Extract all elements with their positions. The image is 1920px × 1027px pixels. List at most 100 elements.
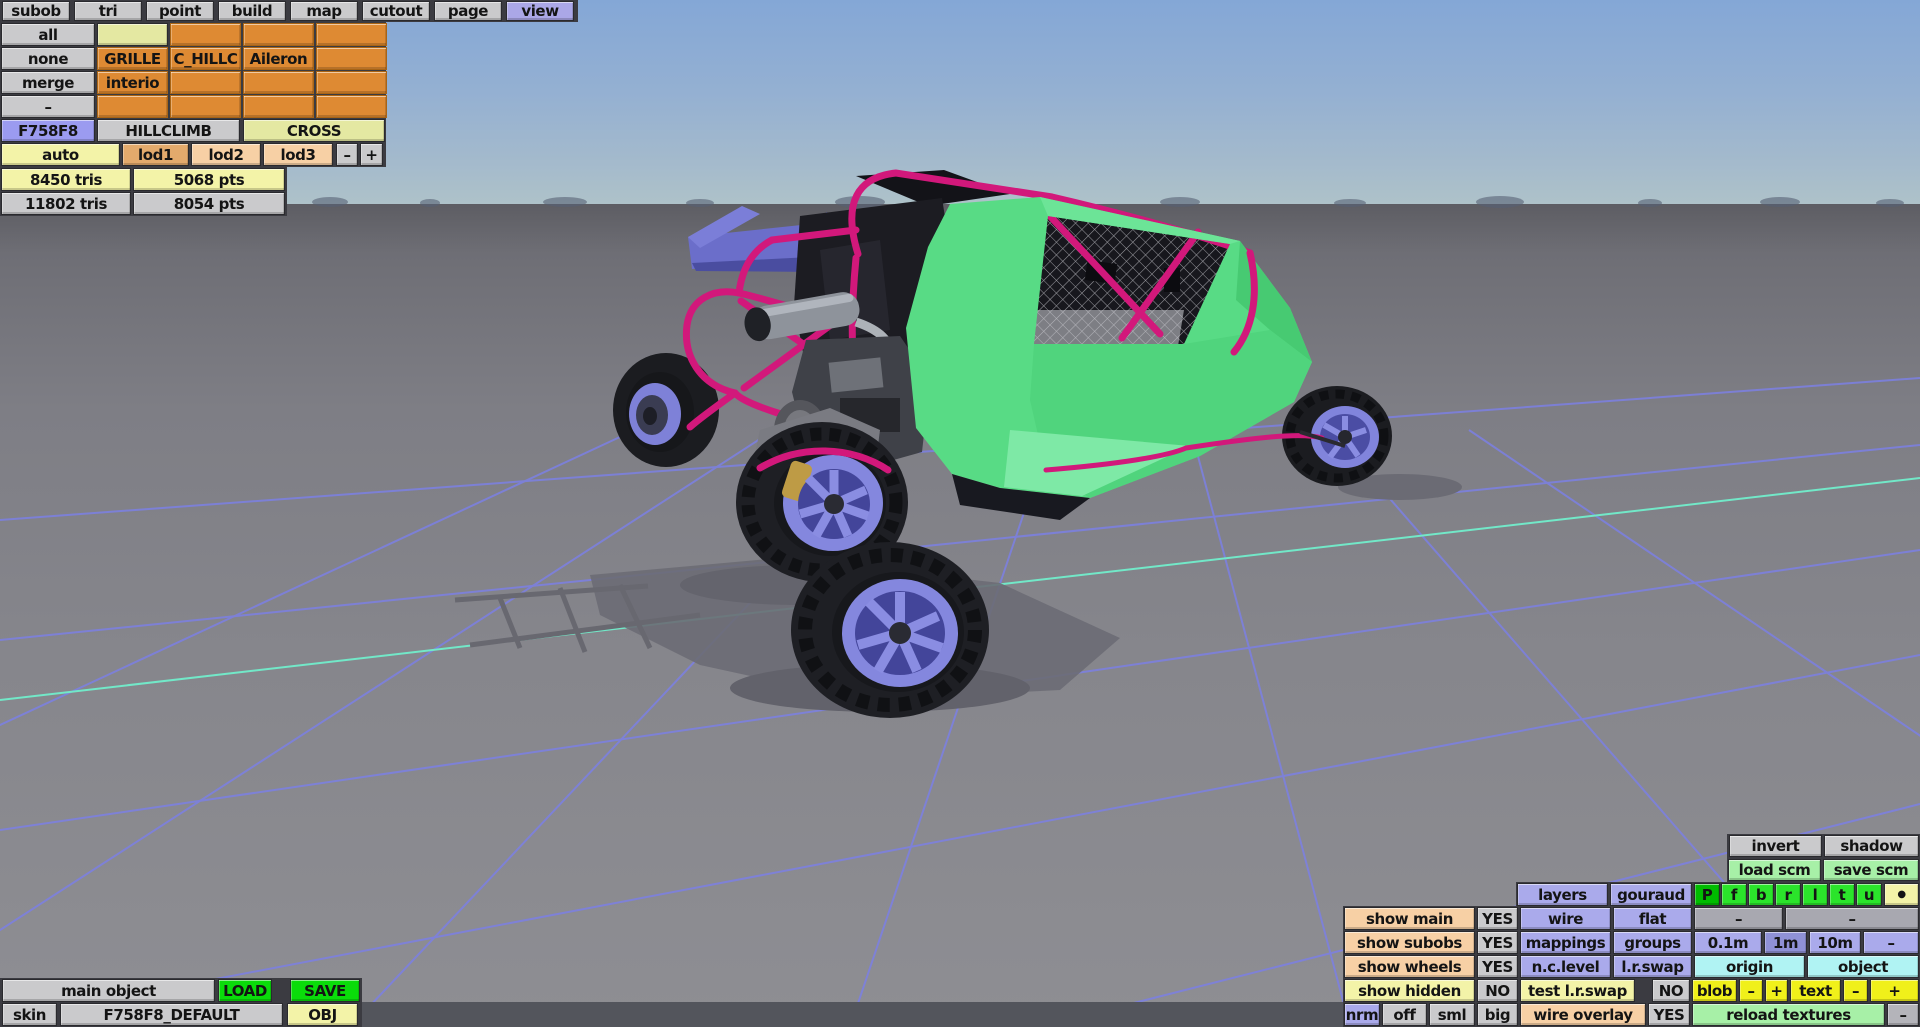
subob-slot-c-hillc[interactable]: C_HILLC	[170, 47, 241, 70]
channel-u-button[interactable]: u	[1856, 883, 1882, 906]
horizon-silhouette	[312, 196, 1904, 208]
nrm-button[interactable]: nrm	[1344, 1003, 1380, 1026]
subob-slot-aileron[interactable]: Aileron	[243, 47, 314, 70]
obj-button[interactable]: OBJ	[287, 1003, 358, 1026]
flat-button[interactable]: flat	[1613, 907, 1692, 930]
menu-subob[interactable]: subob	[2, 1, 70, 21]
menu-map[interactable]: map	[290, 1, 358, 21]
lod3-button[interactable]: lod3	[263, 143, 333, 166]
subob-slot-1-3[interactable]	[316, 47, 387, 70]
blob-plus-button[interactable]: +	[1765, 979, 1788, 1002]
text-minus-button[interactable]: –	[1843, 979, 1868, 1002]
menu-cutout[interactable]: cutout	[362, 1, 430, 21]
lod-plus-button[interactable]: +	[360, 143, 383, 166]
main-object-button[interactable]: main object	[2, 979, 215, 1002]
subob-slot-0-3[interactable]	[316, 23, 387, 46]
subob-slot-2-3[interactable]	[316, 71, 387, 94]
wire-overlay-state[interactable]: YES	[1648, 1003, 1690, 1026]
lod-pts-stat: 5068 pts	[133, 168, 285, 191]
editor-window: subob tri point build map cutout page vi…	[0, 0, 1920, 1027]
menu-tri[interactable]: tri	[74, 1, 142, 21]
model-name-button[interactable]: HILLCLIMB	[97, 119, 240, 142]
big-button[interactable]: big	[1477, 1003, 1518, 1026]
channel-f-button[interactable]: f	[1721, 883, 1747, 906]
channel-dot-button[interactable]: ●	[1884, 883, 1919, 906]
show-subobs-state[interactable]: YES	[1477, 931, 1518, 954]
wire-button[interactable]: wire	[1520, 907, 1611, 930]
blob-button[interactable]: blob	[1692, 979, 1737, 1002]
subob-slot-grille[interactable]: GRILLE	[97, 47, 168, 70]
minus-button[interactable]: –	[1, 95, 95, 118]
total-tris-stat: 11802 tris	[1, 192, 131, 215]
dash2-button[interactable]: –	[1785, 907, 1919, 930]
channel-t-button[interactable]: t	[1829, 883, 1855, 906]
origin-button[interactable]: origin	[1694, 955, 1805, 978]
lod2-button[interactable]: lod2	[191, 143, 261, 166]
subob-slot-2-1[interactable]	[170, 71, 241, 94]
grid-01m-button[interactable]: 0.1m	[1694, 931, 1762, 954]
dash1-button[interactable]: –	[1694, 907, 1783, 930]
menu-view[interactable]: view	[506, 1, 574, 21]
subob-slot-3-1[interactable]	[170, 95, 241, 118]
channel-b-button[interactable]: b	[1748, 883, 1774, 906]
menu-page[interactable]: page	[434, 1, 502, 21]
off-button[interactable]: off	[1382, 1003, 1427, 1026]
wheel-front-near	[791, 542, 989, 718]
channel-l-button[interactable]: l	[1802, 883, 1828, 906]
show-hidden-state[interactable]: NO	[1477, 979, 1518, 1002]
layers-button[interactable]: layers	[1517, 883, 1608, 906]
grid-dash-button[interactable]: –	[1863, 931, 1919, 954]
grid-10m-button[interactable]: 10m	[1809, 931, 1861, 954]
menu-build[interactable]: build	[218, 1, 286, 21]
subob-slot-3-2[interactable]	[243, 95, 314, 118]
mappings-button[interactable]: mappings	[1520, 931, 1611, 954]
select-all-button[interactable]: all	[1, 23, 95, 46]
menu-point[interactable]: point	[146, 1, 214, 21]
show-subobs-button[interactable]: show subobs	[1344, 931, 1475, 954]
subob-slot-interio[interactable]: interio	[97, 71, 168, 94]
lod-auto-button[interactable]: auto	[1, 143, 120, 166]
subob-slot-2-2[interactable]	[243, 71, 314, 94]
grid-1m-button[interactable]: 1m	[1764, 931, 1807, 954]
show-wheels-state[interactable]: YES	[1477, 955, 1518, 978]
save-button[interactable]: SAVE	[290, 979, 360, 1002]
blob-minus-button[interactable]: –	[1739, 979, 1763, 1002]
nc-level-button[interactable]: n.c.level	[1520, 955, 1611, 978]
skin-button[interactable]: skin	[2, 1003, 57, 1026]
model-id-button[interactable]: F758F8	[1, 119, 95, 142]
text-plus-button[interactable]: +	[1870, 979, 1919, 1002]
sml-button[interactable]: sml	[1429, 1003, 1475, 1026]
lod-minus-button[interactable]: –	[336, 143, 358, 166]
text-button[interactable]: text	[1790, 979, 1841, 1002]
test-lr-swap-state[interactable]: NO	[1652, 979, 1690, 1002]
subob-slot-0-0[interactable]	[97, 23, 168, 46]
subob-slot-3-0[interactable]	[97, 95, 168, 118]
end-dash-button[interactable]: –	[1887, 1003, 1919, 1026]
skin-name-button[interactable]: F758F8_DEFAULT	[60, 1003, 283, 1026]
lod1-button[interactable]: lod1	[122, 143, 189, 166]
show-hidden-button[interactable]: show hidden	[1344, 979, 1475, 1002]
model-mode-button[interactable]: CROSS	[243, 119, 385, 142]
show-main-state[interactable]: YES	[1477, 907, 1518, 930]
groups-button[interactable]: groups	[1613, 931, 1692, 954]
shadow-button[interactable]: shadow	[1824, 835, 1919, 857]
lr-swap-button[interactable]: l.r.swap	[1613, 955, 1692, 978]
object-button[interactable]: object	[1807, 955, 1919, 978]
reload-textures-button[interactable]: reload textures	[1692, 1003, 1885, 1026]
subob-slot-3-3[interactable]	[316, 95, 387, 118]
test-lr-swap-button[interactable]: test l.r.swap	[1520, 979, 1635, 1002]
show-main-button[interactable]: show main	[1344, 907, 1475, 930]
load-scm-button[interactable]: load scm	[1728, 859, 1821, 881]
channel-P-button[interactable]: P	[1694, 883, 1720, 906]
save-scm-button[interactable]: save scm	[1823, 859, 1919, 881]
channel-r-button[interactable]: r	[1775, 883, 1801, 906]
show-wheels-button[interactable]: show wheels	[1344, 955, 1475, 978]
wire-overlay-button[interactable]: wire overlay	[1520, 1003, 1646, 1026]
gouraud-button[interactable]: gouraud	[1610, 883, 1692, 906]
subob-slot-0-2[interactable]	[243, 23, 314, 46]
merge-button[interactable]: merge	[1, 71, 95, 94]
subob-slot-0-1[interactable]	[170, 23, 241, 46]
load-button[interactable]: LOAD	[218, 979, 272, 1002]
select-none-button[interactable]: none	[1, 47, 95, 70]
invert-button[interactable]: invert	[1729, 835, 1822, 857]
